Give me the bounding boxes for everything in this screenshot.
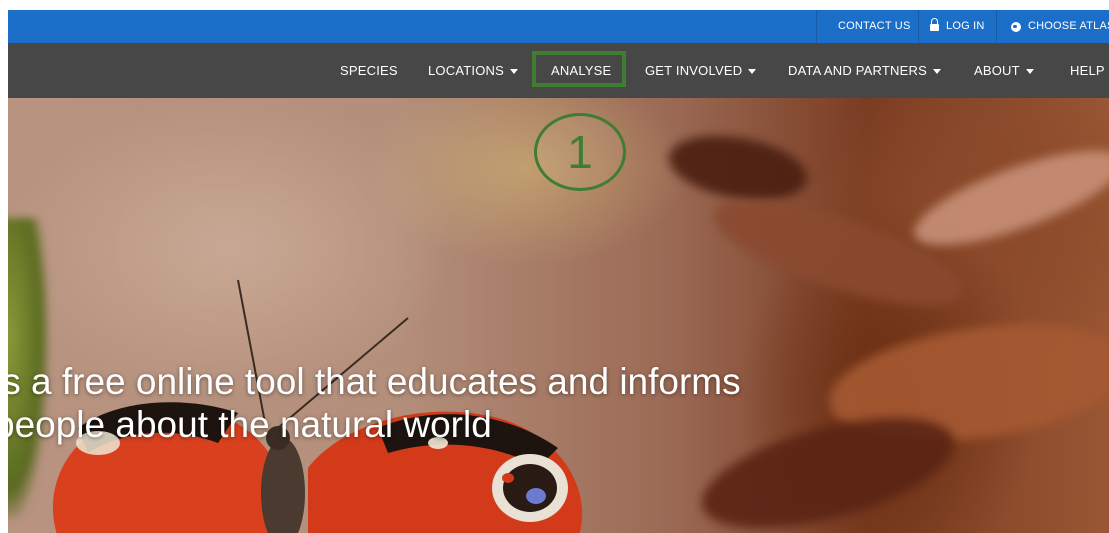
nav-locations[interactable]: LOCATIONS	[428, 43, 518, 98]
nav-about[interactable]: ABOUT	[974, 43, 1034, 98]
background-leaf	[703, 179, 973, 327]
page: CONTACT US LOG IN CHOOSE ATLAS SPECIES L…	[8, 10, 1109, 533]
login-link[interactable]: LOG IN	[930, 10, 985, 43]
nav-locations-label: LOCATIONS	[428, 63, 504, 78]
analyse-highlight-box	[532, 51, 626, 87]
divider	[996, 10, 997, 43]
nav-species[interactable]: SPECIES	[340, 43, 398, 98]
contact-us-link[interactable]: CONTACT US	[838, 10, 911, 43]
background-leaf	[904, 132, 1109, 264]
nav-data-and-partners-label: DATA AND PARTNERS	[788, 63, 927, 78]
nav-get-involved[interactable]: GET INVOLVED	[645, 43, 757, 98]
nav-get-involved-label: GET INVOLVED	[645, 63, 743, 78]
caret-down-icon	[932, 69, 941, 75]
caret-down-icon	[509, 69, 518, 75]
nav-data-and-partners[interactable]: DATA AND PARTNERS	[788, 43, 941, 98]
divider	[918, 10, 919, 43]
caret-down-icon	[1025, 69, 1034, 75]
nav-help-label: HELP	[1070, 63, 1105, 78]
globe-icon	[1011, 21, 1021, 32]
choose-atlas-label: CHOOSE ATLAS	[1028, 20, 1109, 32]
step-number-badge: 1	[534, 113, 626, 191]
utility-bar: CONTACT US LOG IN CHOOSE ATLAS	[8, 10, 1109, 43]
nav-about-label: ABOUT	[974, 63, 1020, 78]
contact-us-label: CONTACT US	[838, 20, 911, 32]
hero-tagline: is a free online tool that educates and …	[8, 360, 894, 446]
login-label: LOG IN	[946, 20, 985, 32]
hero-tagline-line-1: is a free online tool that educates and …	[8, 361, 741, 402]
background-leaf	[663, 126, 813, 210]
nav-species-label: SPECIES	[340, 63, 398, 78]
lock-icon	[930, 18, 939, 31]
nav-help[interactable]: HELP	[1070, 43, 1105, 98]
hero-tagline-line-2: people about the natural world	[8, 404, 492, 445]
choose-atlas-link[interactable]: CHOOSE ATLAS	[1011, 10, 1109, 43]
divider	[816, 10, 817, 43]
caret-down-icon	[748, 69, 757, 75]
